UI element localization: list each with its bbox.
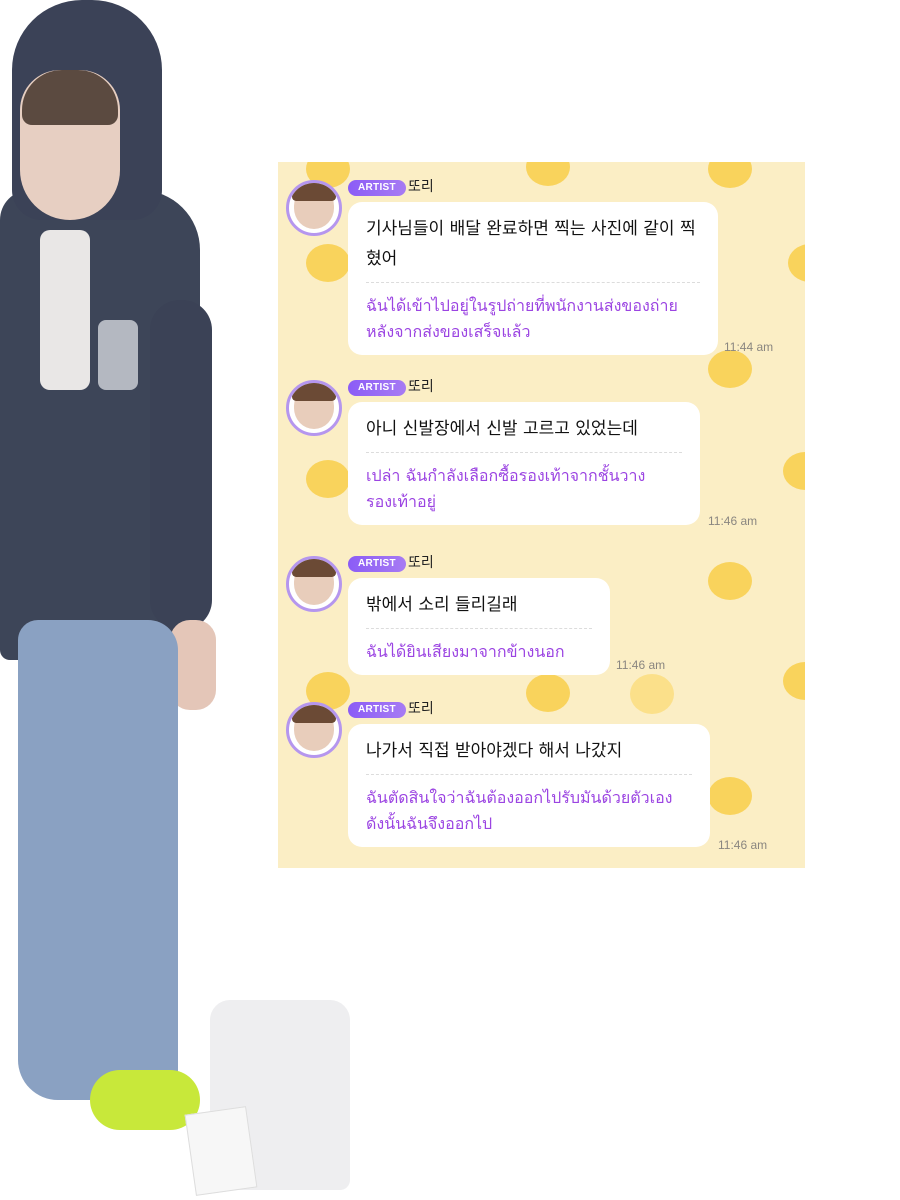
timestamp: 11:46 am (718, 838, 768, 852)
background-dot (788, 244, 805, 282)
message-bubble: 기사님들이 배달 완료하면 찍는 사진에 같이 찍혔어 ฉันได้เข้าไป… (348, 202, 718, 355)
artist-badge: ARTIST (348, 180, 406, 196)
divider (366, 452, 682, 453)
divider (366, 628, 592, 629)
background-dot (526, 162, 570, 186)
hoodie-print (98, 320, 138, 390)
avatar (286, 380, 342, 436)
avatar (286, 702, 342, 758)
background-dot (783, 452, 805, 490)
artist-badge: ARTIST (348, 556, 406, 572)
timestamp: 11:44 am (724, 340, 774, 354)
message-bubble: 아니 신발장에서 신발 고르고 있었는데 เปล่า ฉันกำลังเลือก… (348, 402, 700, 525)
background-dot (306, 244, 350, 282)
sender-name: 또리 (408, 179, 434, 195)
timestamp: 11:46 am (708, 514, 758, 528)
thai-translation: ฉันได้เข้าไปอยู่ในรูปถ่ายที่พนักงานส่งขอ… (366, 296, 678, 341)
background-dot (708, 162, 752, 188)
sender-name: 또리 (408, 701, 434, 717)
white-shirt (40, 230, 90, 390)
sender-name: 또리 (408, 555, 434, 571)
korean-text: 기사님들이 배달 완료하면 찍는 사진에 같이 찍혔어 (366, 219, 696, 269)
background-dot (708, 350, 752, 388)
background-dot (306, 460, 350, 498)
background-dot (708, 777, 752, 815)
background-dot (708, 562, 752, 600)
arm (150, 300, 212, 630)
thai-translation: ฉันตัดสินใจว่าฉันต้องออกไปรับมันด้วยตัวเ… (366, 788, 673, 833)
thai-translation: เปล่า ฉันกำลังเลือกซื้อรองเท้าจากชั้นวาง… (366, 466, 646, 511)
korean-text: 나가서 직접 받아야겠다 해서 나갔지 (366, 741, 623, 761)
avatar (286, 180, 342, 236)
background-dot (526, 674, 570, 712)
divider (366, 774, 692, 775)
cartoon-face-icon (630, 674, 674, 714)
jeans (18, 620, 178, 1100)
korean-text: 밖에서 소리 들리길래 (366, 595, 518, 615)
artist-badge: ARTIST (348, 702, 406, 718)
background-dot (783, 662, 805, 700)
sender-name: 또리 (408, 379, 434, 395)
timestamp: 11:46 am (616, 658, 666, 672)
avatar (286, 556, 342, 612)
receipt (184, 1106, 258, 1196)
artist-badge: ARTIST (348, 380, 406, 396)
chat-screenshot: ARTIST 또리 기사님들이 배달 완료하면 찍는 사진에 같이 찍혔어 ฉั… (278, 162, 805, 868)
thai-translation: ฉันได้ยินเสียงมาจากข้างนอก (366, 642, 565, 661)
divider (366, 282, 700, 283)
korean-text: 아니 신발장에서 신발 고르고 있었는데 (366, 419, 638, 439)
message-bubble: 나가서 직접 받아야겠다 해서 나갔지 ฉันตัดสินใจว่าฉันต้อ… (348, 724, 710, 847)
message-bubble: 밖에서 소리 들리길래 ฉันได้ยินเสียงมาจากข้างนอก (348, 578, 610, 675)
sandal (90, 1070, 200, 1130)
